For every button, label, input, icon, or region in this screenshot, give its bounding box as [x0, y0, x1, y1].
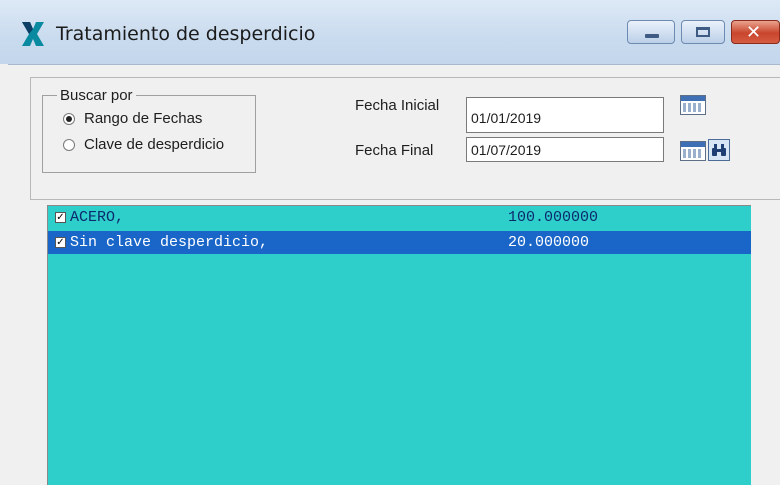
calendar-icon: [681, 142, 705, 147]
close-icon: ✕: [746, 22, 762, 43]
start-date-calendar-button[interactable]: [680, 95, 706, 115]
end-date-input[interactable]: [466, 137, 664, 162]
start-date-input[interactable]: [466, 97, 664, 133]
maximize-button[interactable]: [681, 20, 725, 44]
radio-waste-key[interactable]: Clave de desperdicio: [63, 136, 224, 153]
radio-waste-key-indicator[interactable]: [63, 138, 75, 151]
main-window: Tratamiento de desperdicio ✕ Buscar por …: [0, 0, 780, 485]
item-name: Sin clave desperdicio,: [70, 234, 269, 251]
item-checkbox[interactable]: ✓: [55, 237, 66, 248]
calendar-icon: [681, 96, 705, 101]
radio-date-range-indicator[interactable]: [63, 112, 75, 125]
title-bar[interactable]: Tratamiento de desperdicio ✕: [0, 0, 780, 64]
item-checkbox[interactable]: ✓: [55, 212, 66, 223]
waste-list[interactable]: ✓ ACERO, 100.000000 ✓ Sin clave desperdi…: [47, 205, 751, 485]
minimize-button[interactable]: [627, 20, 675, 44]
radio-date-range-label: Rango de Fechas: [84, 110, 203, 127]
start-date-label: Fecha Inicial: [355, 97, 440, 114]
minimize-icon: [645, 34, 659, 38]
list-item[interactable]: ✓ ACERO, 100.000000: [48, 206, 751, 229]
item-quantity: 20.000000: [508, 234, 590, 251]
find-button[interactable]: [708, 139, 730, 161]
item-name: ACERO,: [70, 209, 125, 226]
binoculars-icon: [712, 144, 726, 156]
close-button[interactable]: ✕: [731, 20, 780, 44]
app-logo-icon: [22, 22, 44, 46]
item-quantity: 100.000000: [508, 209, 599, 226]
radio-date-range[interactable]: Rango de Fechas: [63, 110, 202, 127]
list-item[interactable]: ✓ Sin clave desperdicio, 20.000000: [48, 231, 751, 254]
window-title: Tratamiento de desperdicio: [56, 23, 316, 45]
calendar-icon-grid: [683, 103, 703, 112]
end-date-label: Fecha Final: [355, 142, 434, 159]
search-by-label: Buscar por: [60, 87, 133, 104]
end-date-calendar-button[interactable]: [680, 141, 706, 161]
search-by-group: Buscar por: [42, 87, 256, 173]
radio-waste-key-label: Clave de desperdicio: [84, 136, 225, 153]
maximize-icon: [696, 27, 710, 37]
calendar-icon-grid: [683, 149, 703, 158]
